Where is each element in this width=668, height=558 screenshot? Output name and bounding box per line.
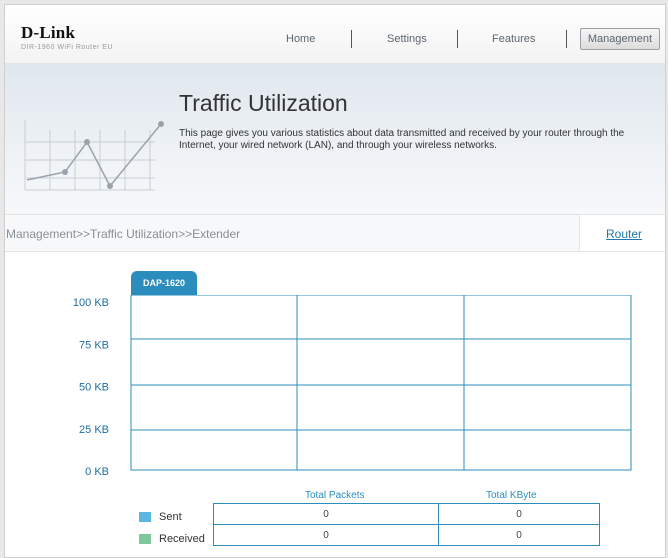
page-title: Traffic Utilization [179,90,348,116]
nav-separator [351,30,352,48]
page-header: Traffic Utilization This page gives you … [5,64,665,215]
y-tick-label: 50 KB [79,382,109,394]
sent-packets-cell: 0 [213,503,439,525]
top-navigation-bar: D-Link DIR-1960 WiFi Router EU Home Sett… [5,5,665,64]
traffic-chart: 100 KB 75 KB 50 KB 25 KB 0 KB [73,295,632,478]
table-row: 0 0 [213,503,600,525]
legend-received: Received [139,533,205,545]
received-swatch [139,534,151,545]
sent-kbyte-cell: 0 [438,503,600,525]
legend-sent-label: Sent [159,511,182,523]
breadcrumb: Management>>Traffic Utilization>>Extende… [6,227,241,241]
sent-swatch [139,512,151,523]
col-header-total-packets: Total Packets [305,490,365,501]
tab-dap-1620[interactable]: DAP-1620 [131,271,197,295]
y-tick-label: 25 KB [79,424,109,436]
legend-sent: Sent [139,511,182,523]
table-row: 0 0 [213,524,600,546]
col-header-total-kbyte: Total KByte [486,490,537,501]
nav-management[interactable]: Management [580,28,660,50]
traffic-chart-icon [24,120,164,191]
router-link-cell: Router [579,215,665,251]
nav-separator [457,30,458,48]
nav-features[interactable]: Features [492,33,535,45]
nav-separator [566,30,567,48]
chart-grid [130,295,632,471]
legend-received-label: Received [159,533,205,545]
y-tick-label: 75 KB [79,339,109,351]
nav-settings[interactable]: Settings [387,33,427,45]
received-packets-cell: 0 [213,524,439,546]
nav-home[interactable]: Home [286,33,315,45]
page-description: This page gives you various statistics a… [179,128,625,151]
chart-border [130,295,632,471]
y-tick-label: 0 KB [85,466,109,478]
y-tick-label: 100 KB [73,297,109,309]
router-link[interactable]: Router [606,227,642,241]
app-frame: D-Link DIR-1960 WiFi Router EU Home Sett… [4,4,666,558]
main-nav: Home Settings Features Management [5,28,665,57]
traffic-stats-table: 0 0 0 0 [213,503,600,546]
breadcrumb-bar: Management>>Traffic Utilization>>Extende… [5,215,665,252]
received-kbyte-cell: 0 [438,524,600,546]
